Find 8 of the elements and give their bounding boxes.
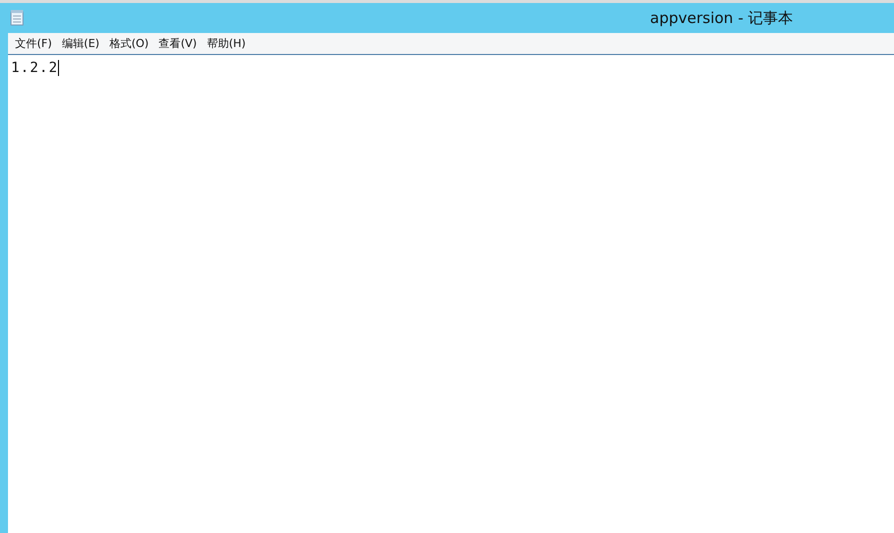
notepad-icon xyxy=(10,10,24,26)
menu-item[interactable]: 格式(O) xyxy=(106,36,156,51)
menu-item[interactable]: 编辑(E) xyxy=(58,36,106,51)
window-title: appversion - 记事本 xyxy=(650,9,794,28)
menu-item[interactable]: 查看(V) xyxy=(156,36,204,51)
menu-item[interactable]: 文件(F) xyxy=(12,36,59,51)
editor-text[interactable]: 1.2.2 xyxy=(11,60,60,76)
menu-item[interactable]: 帮助(H) xyxy=(204,36,253,51)
